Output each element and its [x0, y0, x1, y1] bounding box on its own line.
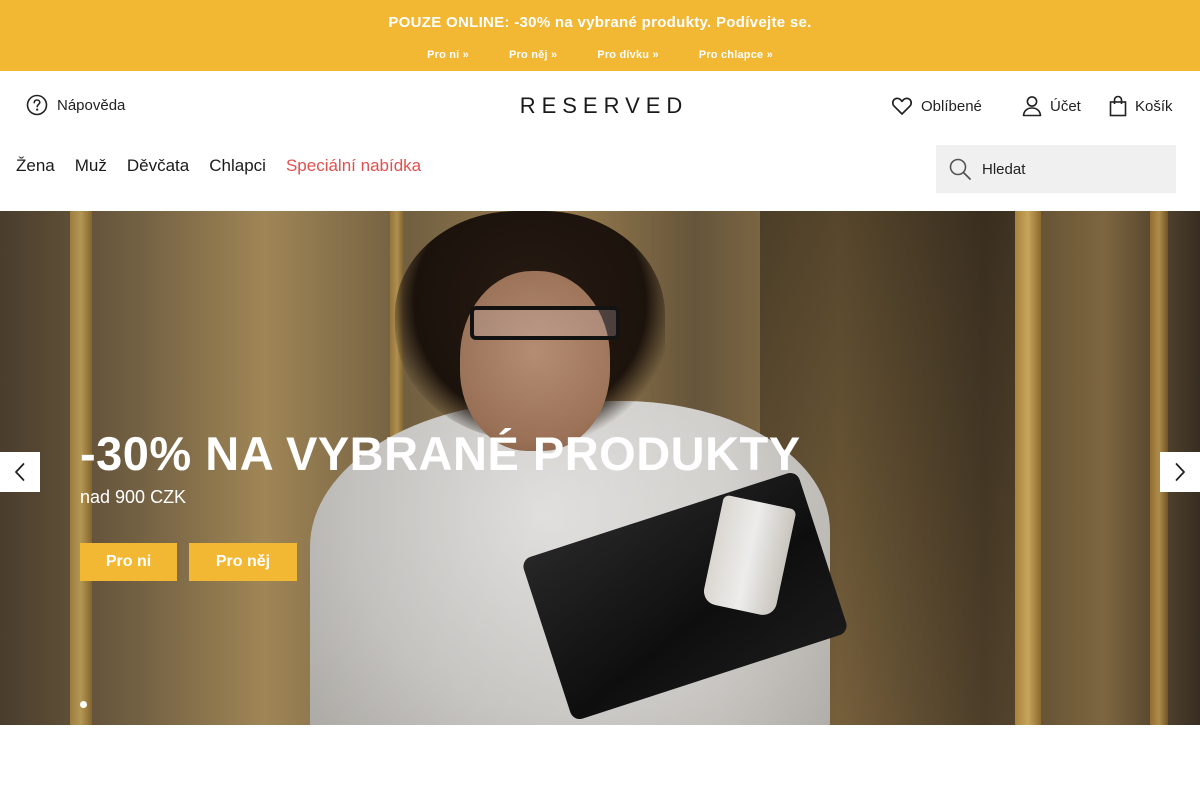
heart-icon: [891, 97, 913, 115]
promo-title[interactable]: POUZE ONLINE: -30% na vybrané produkty. …: [0, 14, 1200, 31]
account-link[interactable]: Účet: [1022, 95, 1081, 117]
search-icon[interactable]: [948, 157, 972, 181]
promo-link-pro-nej[interactable]: Pro něj »: [489, 49, 577, 61]
hero-button-pro-ni[interactable]: Pro ni: [80, 543, 177, 581]
chevron-right-icon: [1175, 463, 1185, 481]
nav-item-muz[interactable]: Muž: [75, 156, 107, 176]
promo-link-pro-ni[interactable]: Pro ni »: [407, 49, 489, 61]
logo-text: RESERVED: [519, 93, 689, 118]
main-nav: Žena Muž Děvčata Chlapci Speciální nabíd…: [16, 156, 421, 176]
carousel-prev-button[interactable]: [0, 452, 40, 492]
search-box[interactable]: [936, 145, 1176, 193]
nav-item-special-offer[interactable]: Speciální nabídka: [286, 156, 421, 176]
nav-item-devcata[interactable]: Děvčata: [127, 156, 189, 176]
hero-heading: -30% NA VYBRANÉ PRODUKTY: [80, 427, 801, 480]
nav-item-chlapci[interactable]: Chlapci: [209, 156, 266, 176]
hero-banner[interactable]: -30% NA VYBRANÉ PRODUKTY nad 900 CZK Pro…: [0, 211, 1200, 725]
cart-link[interactable]: Košík: [1109, 95, 1173, 117]
user-icon: [1022, 96, 1042, 117]
promo-bar: POUZE ONLINE: -30% na vybrané produkty. …: [0, 0, 1200, 71]
promo-link-pro-divku[interactable]: Pro dívku »: [577, 49, 679, 61]
account-label: Účet: [1050, 97, 1081, 115]
favorites-link[interactable]: Oblíbené: [891, 95, 982, 117]
promo-links: Pro ni » Pro něj » Pro dívku » Pro chlap…: [0, 49, 1200, 61]
help-label: Nápověda: [57, 96, 126, 114]
cart-label: Košík: [1135, 97, 1173, 115]
chevron-left-icon: [15, 463, 25, 481]
carousel-dot[interactable]: [80, 701, 87, 708]
carousel-next-button[interactable]: [1160, 452, 1200, 492]
help-link[interactable]: Nápověda: [26, 94, 125, 116]
hero-subheading: nad 900 CZK: [80, 487, 187, 507]
hero-button-pro-nej[interactable]: Pro něj: [189, 543, 297, 581]
search-input[interactable]: [982, 160, 1162, 178]
bag-icon: [1109, 95, 1127, 117]
nav-item-zena[interactable]: Žena: [16, 156, 55, 176]
brand-logo[interactable]: RESERVED: [520, 93, 688, 119]
help-icon: [26, 94, 48, 116]
promo-link-pro-chlapce[interactable]: Pro chlapce »: [679, 49, 793, 61]
favorites-label: Oblíbené: [921, 97, 982, 115]
